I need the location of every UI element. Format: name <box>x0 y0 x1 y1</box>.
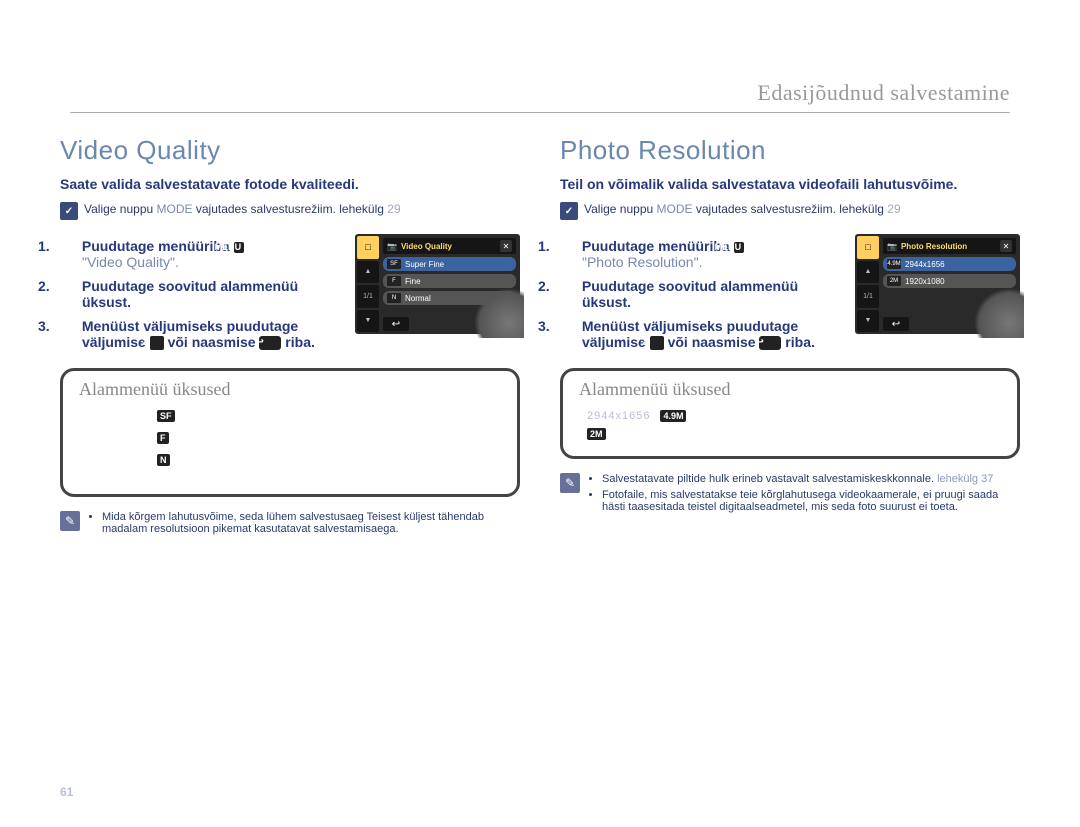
option-chip: 4.9M <box>887 259 901 269</box>
subpanel-title: Alammenüü üksused <box>579 379 1003 400</box>
back-icon[interactable]: ↩ <box>383 317 409 331</box>
lcd-option-superfine[interactable]: SF Super Fine <box>383 257 516 271</box>
step3-c: riba. <box>781 334 814 350</box>
option-chip: 2M <box>887 276 901 286</box>
intro-left: Saate valida salvestatavate fotode kvali… <box>60 176 520 192</box>
lcd-rail-item[interactable]: ▼ <box>857 310 879 333</box>
subpanel-row: N <box>157 454 503 466</box>
manual-page: Edasijõudnud salvestamine Video Quality … <box>0 0 1080 827</box>
lcd-option-49m[interactable]: 4.9M 2944x1656 <box>883 257 1016 271</box>
option-chip: F <box>387 276 401 286</box>
close-icon: ✕ <box>650 336 664 350</box>
menu-icon: MENU <box>234 242 245 253</box>
lcd-rail-item[interactable]: ▲ <box>357 261 379 284</box>
bottom-note-left: ✎ Mida kõrgem lahutusvõime, seda lühem s… <box>60 511 520 539</box>
lcd-rail-page: 1/1 <box>857 285 879 308</box>
column-video-quality: Video Quality Saate valida salvestatavat… <box>60 135 520 539</box>
precheck-page: 29 <box>387 202 400 216</box>
lcd-rail-item[interactable]: ▲ <box>857 261 879 284</box>
option-chip: N <box>387 293 401 303</box>
chip-n: N <box>157 454 170 466</box>
note-bullet: Mida kõrgem lahutusvõime, seda lühem sal… <box>102 511 520 535</box>
subpanel-left: Alammenüü üksused SF F N <box>60 368 520 497</box>
menu-icon: MENU <box>734 242 745 253</box>
lcd-title: Photo Resolution <box>901 242 967 251</box>
precheck-mode: MODE <box>157 202 193 216</box>
section-title-video-quality: Video Quality <box>60 135 520 166</box>
close-icon[interactable]: ✕ <box>500 240 512 252</box>
lcd-title: Video Quality <box>401 242 452 251</box>
note-bullet: Fotofaile, mis salvestatakse teie kõrgla… <box>602 489 1020 513</box>
step3-c: riba. <box>281 334 314 350</box>
pencil-icon: ✎ <box>560 473 580 493</box>
option-label: Fine <box>405 277 421 286</box>
step2-text: Puudutage soovitud alammenüü üksust. <box>82 278 298 310</box>
subpanel-row: 2M <box>587 428 1003 440</box>
option-chip: SF <box>387 259 401 269</box>
subpanel-row: F <box>157 432 503 444</box>
check-icon: ✓ <box>560 202 578 220</box>
intro-right: Teil on võimalik valida salvestatava vid… <box>560 176 1020 192</box>
chip-2m: 2M <box>587 428 606 440</box>
precheck-text-a: Valige nuppu <box>84 202 157 216</box>
step2-text: Puudutage soovitud alammenüü üksust. <box>582 278 798 310</box>
step1-quote: "Video Quality". <box>82 254 179 270</box>
camera-icon: 📷 <box>887 242 897 251</box>
check-icon: ✓ <box>60 202 78 220</box>
resolution-label: 2944x1656 <box>587 410 650 422</box>
option-label: 2944x1656 <box>905 260 945 269</box>
lcd-option-fine[interactable]: F Fine <box>383 274 516 288</box>
step3-b: või naasmise <box>164 334 260 350</box>
finger-illustration <box>474 288 524 338</box>
precheck-right-text: Valige nuppu MODE vajutades salvestusrež… <box>584 202 901 216</box>
column-photo-resolution: Photo Resolution Teil on võimalik valida… <box>560 135 1020 539</box>
subpanel-row: 2944x1656 4.9M <box>587 410 1003 422</box>
precheck-page: 29 <box>887 202 900 216</box>
lcd-rail-item[interactable]: ▼ <box>357 310 379 333</box>
pencil-icon: ✎ <box>60 511 80 531</box>
precheck-text-a: Valige nuppu <box>584 202 657 216</box>
step1-a: Puudutage menüüriba <box>582 238 734 254</box>
step1-quote: "Photo Resolution". <box>582 254 702 270</box>
header-rule <box>70 112 1010 113</box>
subpanel-row: SF <box>157 410 503 422</box>
subpanel-right: Alammenüü üksused 2944x1656 4.9M 2M <box>560 368 1020 459</box>
close-icon[interactable]: ✕ <box>1000 240 1012 252</box>
back-icon: ↩ <box>259 336 281 350</box>
breadcrumb: Edasijõudnud salvestamine <box>757 80 1010 106</box>
note-primary-pale: lehekülg 37 <box>937 473 993 485</box>
lcd-right-wrap: ⬚ ▲ 1/1 ▼ 📷 Photo Resolution ✕ 4.9M 2944… <box>855 234 1020 334</box>
chip-49m: 4.9M <box>660 410 686 422</box>
finger-illustration <box>974 288 1024 338</box>
lcd-left-wrap: ⬚ ▲ 1/1 ▼ 📷 Video Quality ✕ SF Super Fin… <box>355 234 520 334</box>
option-label: Normal <box>405 294 431 303</box>
close-icon: ✕ <box>150 336 164 350</box>
note-primary: Salvestatavate piltide hulk erineb vasta… <box>602 473 937 485</box>
precheck-right: ✓ Valige nuppu MODE vajutades salvestusr… <box>560 202 1020 220</box>
subpanel-title: Alammenüü üksused <box>79 379 503 400</box>
chip-f: F <box>157 432 169 444</box>
precheck-left: ✓ Valige nuppu MODE vajutades salvestusr… <box>60 202 520 220</box>
precheck-text-b: vajutades salvestusrežiim. lehekülg <box>193 202 388 216</box>
back-icon[interactable]: ↩ <box>883 317 909 331</box>
lcd-rail-page: 1/1 <box>357 285 379 308</box>
back-icon: ↩ <box>759 336 781 350</box>
precheck-mode: MODE <box>657 202 693 216</box>
precheck-left-text: Valige nuppu MODE vajutades salvestusrež… <box>84 202 401 216</box>
bottom-note-right: ✎ Salvestatavate piltide hulk erineb vas… <box>560 473 1020 517</box>
chip-sf: SF <box>157 410 175 422</box>
page-number: 61 <box>60 785 73 799</box>
step1-a: Puudutage menüüriba <box>82 238 234 254</box>
lcd-rail-active[interactable]: ⬚ <box>357 236 379 259</box>
step3-b: või naasmise <box>664 334 760 350</box>
section-title-photo-resolution: Photo Resolution <box>560 135 1020 166</box>
option-label: 1920x1080 <box>905 277 945 286</box>
lcd-option-2m[interactable]: 2M 1920x1080 <box>883 274 1016 288</box>
lcd-rail-active[interactable]: ⬚ <box>857 236 879 259</box>
precheck-text-b: vajutades salvestusrežiim. lehekülg <box>693 202 888 216</box>
option-label: Super Fine <box>405 260 444 269</box>
note-bullet: Salvestatavate piltide hulk erineb vasta… <box>602 473 1020 485</box>
camera-icon: 📷 <box>387 242 397 251</box>
